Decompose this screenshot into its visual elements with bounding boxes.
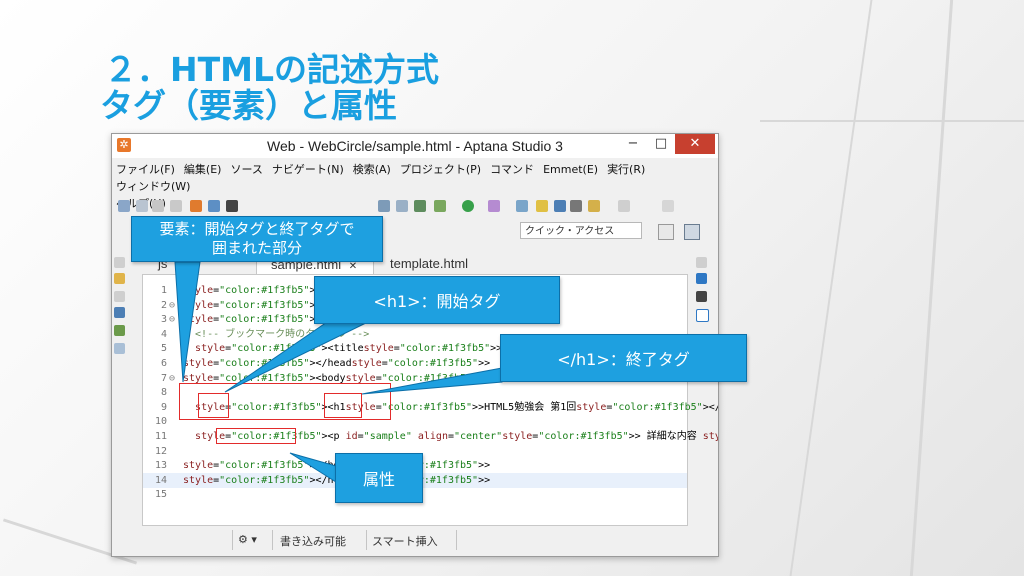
web-perspective-icon[interactable] bbox=[684, 224, 700, 240]
minimize-button[interactable]: − bbox=[619, 134, 647, 154]
print-icon[interactable] bbox=[170, 200, 182, 212]
menu-search[interactable]: 検索(A) bbox=[353, 163, 391, 176]
gear-icon[interactable]: ⚙ ▾ bbox=[238, 533, 257, 546]
back-icon[interactable] bbox=[588, 200, 600, 212]
cut-icon[interactable] bbox=[396, 200, 408, 212]
menu-run[interactable]: 実行(R) bbox=[607, 163, 645, 176]
line-number: 6 bbox=[160, 358, 167, 369]
code-text: <!-- ブックマーク時のタイトル --> bbox=[183, 328, 370, 340]
tool-icon[interactable] bbox=[378, 200, 390, 212]
external-tools-icon[interactable] bbox=[488, 200, 500, 212]
sync-icon[interactable] bbox=[414, 200, 426, 212]
menu-edit[interactable]: 編集(E) bbox=[184, 163, 222, 176]
line-number: 5 bbox=[160, 343, 167, 355]
project-explorer-icon[interactable] bbox=[114, 273, 125, 284]
console-icon[interactable] bbox=[696, 273, 707, 284]
main-toolbar bbox=[112, 197, 718, 217]
slide-title: ２．HTMLの記述方式 タグ（要素）と属性 bbox=[100, 50, 439, 124]
line-number: 14 bbox=[154, 474, 167, 486]
line-number: 7 bbox=[160, 372, 167, 384]
new-icon[interactable] bbox=[118, 200, 130, 212]
paragraph-icon[interactable] bbox=[570, 200, 582, 212]
app-explorer-icon[interactable] bbox=[114, 325, 125, 336]
line-number: 13 bbox=[154, 460, 167, 472]
terminal-icon[interactable] bbox=[226, 200, 238, 212]
debug-icon[interactable] bbox=[434, 200, 446, 212]
line-number: 2 bbox=[160, 299, 167, 311]
restore-icon[interactable] bbox=[696, 257, 707, 268]
outline-icon[interactable] bbox=[554, 200, 566, 212]
status-bar: ⚙ ▾ 書き込み可能 スマート挿入 bbox=[112, 526, 718, 556]
line-number: 9 bbox=[160, 401, 167, 413]
menu-file[interactable]: ファイル(F) bbox=[116, 163, 175, 176]
problems-icon[interactable] bbox=[696, 309, 709, 322]
end-tag-highlight-box bbox=[324, 393, 362, 418]
pin-icon[interactable] bbox=[662, 200, 674, 212]
bookmark-icon[interactable] bbox=[114, 343, 125, 354]
run-icon[interactable] bbox=[462, 200, 474, 212]
tab-label: template.html bbox=[390, 256, 469, 271]
fold-icon[interactable]: ⊖ bbox=[169, 298, 175, 313]
outline-view-icon[interactable] bbox=[114, 307, 125, 318]
line-number: 15 bbox=[154, 489, 167, 501]
menu-source[interactable]: ソース bbox=[230, 163, 262, 176]
callout-element: 要素：開始タグと終了タグで囲まれた部分 bbox=[131, 216, 383, 262]
slide-title-line1: ２．HTMLの記述方式 bbox=[104, 50, 439, 89]
line-number: 3 bbox=[160, 314, 167, 326]
code-text: style="color:#1f3fb5"></headstyle="color… bbox=[183, 358, 491, 369]
status-insert-mode: スマート挿入 bbox=[372, 535, 438, 548]
slide-title-line2: タグ（要素）と属性 bbox=[100, 86, 397, 125]
quick-access-field[interactable]: クイック・アクセス bbox=[520, 222, 642, 239]
line-number: 1 bbox=[160, 285, 167, 296]
pen-icon[interactable] bbox=[536, 200, 548, 212]
menu-window[interactable]: ウィンドウ(W) bbox=[116, 180, 190, 193]
line-number: 8 bbox=[160, 387, 167, 399]
save-icon[interactable] bbox=[136, 200, 148, 212]
restore-icon[interactable] bbox=[114, 291, 125, 302]
line-number: 4 bbox=[160, 328, 167, 340]
callout-end-tag: </h1>：終了タグ bbox=[500, 334, 747, 382]
restore-icon[interactable] bbox=[114, 257, 125, 268]
save-all-icon[interactable] bbox=[152, 200, 164, 212]
status-writable: 書き込み可能 bbox=[280, 535, 346, 548]
line-number: 12 bbox=[154, 445, 167, 457]
menu-navigate[interactable]: ナビゲート(N) bbox=[272, 163, 344, 176]
forward-icon[interactable] bbox=[618, 200, 630, 212]
fold-icon[interactable]: ⊖ bbox=[169, 312, 175, 327]
callout-start-tag: <h1>：開始タグ bbox=[314, 276, 560, 324]
open-perspective-icon[interactable] bbox=[658, 224, 674, 240]
close-button[interactable]: ✕ bbox=[675, 134, 715, 154]
attribute-highlight-box bbox=[216, 428, 296, 444]
callout-attribute: 属性 bbox=[335, 453, 423, 503]
home-icon[interactable] bbox=[190, 200, 202, 212]
menu-emmet[interactable]: Emmet(E) bbox=[543, 163, 598, 176]
terminal-view-icon[interactable] bbox=[696, 291, 707, 302]
line-number: 11 bbox=[154, 431, 167, 442]
title-bar: ✲ Web - WebCircle/sample.html - Aptana S… bbox=[112, 134, 718, 158]
browser-icon[interactable] bbox=[208, 200, 220, 212]
start-tag-highlight-box bbox=[198, 393, 229, 418]
line-number: 10 bbox=[154, 416, 167, 428]
menu-project[interactable]: プロジェクト(P) bbox=[400, 163, 481, 176]
maximize-button[interactable]: □ bbox=[647, 134, 675, 154]
open-folder-icon[interactable] bbox=[516, 200, 528, 212]
fold-icon[interactable]: ⊖ bbox=[169, 371, 175, 386]
menu-commands[interactable]: コマンド bbox=[490, 163, 534, 176]
tab-template-html[interactable]: template.html bbox=[374, 254, 514, 274]
tab-close-icon[interactable]: ✕ bbox=[349, 261, 357, 272]
